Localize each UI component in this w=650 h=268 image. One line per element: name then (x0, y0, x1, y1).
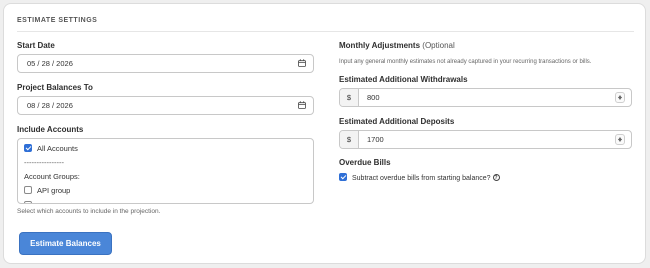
monthly-adjustments-title: Monthly Adjustments (339, 41, 421, 50)
all-accounts-checkbox[interactable] (24, 144, 32, 153)
subtract-overdue-checkbox[interactable] (339, 173, 347, 181)
withdrawals-input[interactable]: 800 (359, 89, 615, 106)
account-option-cut-off[interactable] (24, 200, 37, 203)
account-option-label: All Accounts (37, 144, 78, 153)
overdue-bills-label: Overdue Bills (339, 158, 391, 167)
deposits-input[interactable]: 1700 (359, 131, 615, 148)
accounts-list[interactable]: All Accounts ---------------- Account Gr… (17, 138, 314, 204)
estimate-settings-card: ESTIMATE SETTINGS Start Date 05 / 28 / 2… (3, 3, 646, 264)
section-title: ESTIMATE SETTINGS (17, 17, 98, 24)
account-separator: ---------------- (24, 158, 64, 167)
withdrawals-label: Estimated Additional Withdrawals (339, 75, 468, 84)
calendar-icon[interactable] (298, 59, 306, 67)
withdrawals-input-group[interactable]: $ 800 (339, 88, 632, 107)
account-option-label: API group (37, 186, 71, 195)
withdrawals-stepper[interactable] (615, 92, 625, 103)
calendar-icon[interactable] (298, 101, 306, 109)
optional-suffix: (Optional (422, 41, 455, 50)
start-date-input[interactable]: 05 / 28 / 2026 (17, 54, 314, 73)
subtract-overdue-option[interactable]: Subtract overdue bills from starting bal… (339, 173, 500, 182)
accounts-help-text: Select which accounts to include in the … (17, 208, 161, 215)
deposits-stepper[interactable] (615, 134, 625, 145)
account-option-api-group[interactable]: API group (24, 185, 70, 197)
deposits-input-group[interactable]: $ 1700 (339, 130, 632, 149)
start-date-value: 05 / 28 / 2026 (27, 59, 73, 68)
project-to-label: Project Balances To (17, 83, 93, 92)
estimate-balances-button[interactable]: Estimate Balances (19, 232, 112, 255)
start-date-label: Start Date (17, 41, 55, 50)
api-group-checkbox[interactable] (24, 186, 32, 195)
account-groups-header: Account Groups: (24, 172, 80, 181)
include-accounts-label: Include Accounts (17, 125, 84, 134)
account-option-all[interactable]: All Accounts (24, 143, 78, 155)
cut-off-checkbox[interactable] (24, 201, 32, 203)
section-divider (17, 31, 634, 32)
deposits-label: Estimated Additional Deposits (339, 117, 455, 126)
monthly-help-text: Input any general monthly estimates not … (339, 59, 592, 65)
project-to-date-value: 08 / 28 / 2026 (27, 101, 73, 110)
currency-prefix: $ (340, 131, 359, 148)
project-to-date-input[interactable]: 08 / 28 / 2026 (17, 96, 314, 115)
help-circle-icon[interactable]: ? (492, 173, 500, 181)
subtract-overdue-label: Subtract overdue bills from starting bal… (352, 174, 491, 182)
currency-prefix: $ (340, 89, 359, 106)
monthly-adjustments-label: Monthly Adjustments (Optional (339, 41, 455, 50)
